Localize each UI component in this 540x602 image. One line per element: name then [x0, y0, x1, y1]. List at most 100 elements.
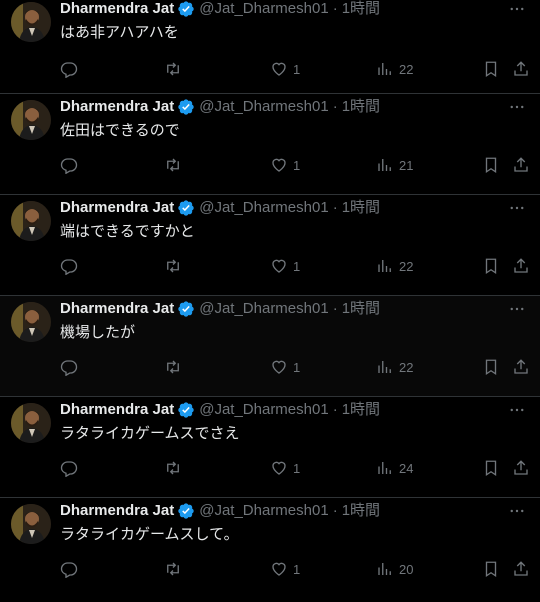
- tweet[interactable]: Dharmendra Jat @Jat_Dharmesh01 · 1時間 はあ非…: [0, 0, 540, 94]
- avatar[interactable]: [11, 100, 51, 140]
- avatar[interactable]: [11, 201, 51, 241]
- reply-button[interactable]: [60, 60, 78, 78]
- reply-icon: [60, 360, 78, 376]
- bookmark-button[interactable]: [482, 459, 500, 477]
- share-button[interactable]: [512, 60, 530, 78]
- separator-dot: ·: [332, 502, 338, 519]
- views-button[interactable]: 21: [376, 156, 413, 174]
- author-handle[interactable]: @Jat_Dharmesh01: [199, 299, 328, 319]
- like-count: 1: [293, 460, 301, 476]
- like-button[interactable]: 1: [270, 257, 300, 275]
- share-button[interactable]: [512, 459, 530, 477]
- timestamp[interactable]: 1時間: [342, 501, 380, 521]
- like-heart-icon: [272, 562, 286, 576]
- author-handle[interactable]: @Jat_Dharmesh01: [199, 97, 328, 117]
- separator-dot: ·: [332, 199, 338, 216]
- retweet-button[interactable]: [164, 257, 182, 275]
- reply-button[interactable]: [60, 358, 78, 376]
- bookmark-button[interactable]: [482, 257, 500, 275]
- views-button[interactable]: 20: [376, 560, 413, 578]
- tweet-actions: 1 24: [60, 459, 530, 479]
- author-name[interactable]: Dharmendra Jat: [60, 400, 174, 420]
- author-name[interactable]: Dharmendra Jat: [60, 97, 174, 117]
- views-button[interactable]: 22: [376, 358, 413, 376]
- reply-button[interactable]: [60, 560, 78, 578]
- share-button[interactable]: [512, 156, 530, 174]
- like-button[interactable]: 1: [270, 156, 300, 174]
- retweet-button[interactable]: [164, 358, 182, 376]
- tweet[interactable]: Dharmendra Jat @Jat_Dharmesh01 · 1時間 機場し…: [0, 296, 540, 397]
- tweet-header: Dharmendra Jat @Jat_Dharmesh01 · 1時間: [60, 501, 380, 521]
- retweet-icon: [167, 158, 179, 172]
- tweet-actions: 1 22: [60, 358, 530, 378]
- more-options-icon[interactable]: [508, 0, 526, 18]
- avatar[interactable]: [11, 403, 51, 443]
- more-options-icon[interactable]: [508, 199, 526, 217]
- views-button[interactable]: 22: [376, 257, 413, 275]
- bookmark-button[interactable]: [482, 560, 500, 578]
- tweet[interactable]: Dharmendra Jat @Jat_Dharmesh01 · 1時間 ラタラ…: [0, 498, 540, 602]
- bookmark-icon: [485, 157, 497, 174]
- views-chart-icon: [378, 361, 391, 373]
- author-name[interactable]: Dharmendra Jat: [60, 0, 174, 19]
- more-options-icon[interactable]: [508, 401, 526, 419]
- like-count: 1: [293, 258, 301, 274]
- tweet-header: Dharmendra Jat @Jat_Dharmesh01 · 1時間: [60, 198, 380, 218]
- bookmark-button[interactable]: [482, 156, 500, 174]
- timestamp[interactable]: 1時間: [342, 0, 380, 19]
- like-button[interactable]: 1: [270, 560, 300, 578]
- bookmark-icon: [485, 460, 497, 477]
- verified-badge-icon: [178, 200, 194, 216]
- retweet-button[interactable]: [164, 459, 182, 477]
- bookmark-icon: [485, 61, 497, 78]
- like-heart-icon: [272, 62, 286, 76]
- bookmark-button[interactable]: [482, 358, 500, 376]
- more-options-icon[interactable]: [508, 98, 526, 116]
- verified-badge-icon: [178, 301, 194, 317]
- tweet[interactable]: Dharmendra Jat @Jat_Dharmesh01 · 1時間 ラタラ…: [0, 397, 540, 498]
- timestamp[interactable]: 1時間: [342, 198, 380, 218]
- like-button[interactable]: 1: [270, 60, 300, 78]
- reply-button[interactable]: [60, 156, 78, 174]
- verified-badge-icon: [178, 402, 194, 418]
- tweet-actions: 1 22: [60, 60, 530, 80]
- tweet-actions: 1 20: [60, 560, 530, 580]
- retweet-button[interactable]: [164, 560, 182, 578]
- share-button[interactable]: [512, 257, 530, 275]
- author-handle[interactable]: @Jat_Dharmesh01: [199, 400, 328, 420]
- reply-icon: [60, 158, 78, 174]
- author-handle[interactable]: @Jat_Dharmesh01: [199, 0, 328, 19]
- tweet-text: ラタライカゲームスして。: [60, 526, 239, 543]
- like-button[interactable]: 1: [270, 459, 300, 477]
- reply-button[interactable]: [60, 257, 78, 275]
- reply-button[interactable]: [60, 459, 78, 477]
- retweet-icon: [167, 562, 179, 576]
- like-button[interactable]: 1: [270, 358, 300, 376]
- views-button[interactable]: 24: [376, 459, 413, 477]
- author-name[interactable]: Dharmendra Jat: [60, 501, 174, 521]
- timestamp[interactable]: 1時間: [342, 400, 380, 420]
- bookmark-button[interactable]: [482, 60, 500, 78]
- retweet-button[interactable]: [164, 156, 182, 174]
- author-handle[interactable]: @Jat_Dharmesh01: [199, 501, 328, 521]
- like-count: 1: [293, 359, 301, 375]
- avatar[interactable]: [11, 302, 51, 342]
- author-handle[interactable]: @Jat_Dharmesh01: [199, 198, 328, 218]
- more-options-icon[interactable]: [508, 502, 526, 520]
- share-button[interactable]: [512, 358, 530, 376]
- share-button[interactable]: [512, 560, 530, 578]
- timestamp[interactable]: 1時間: [342, 299, 380, 319]
- timestamp[interactable]: 1時間: [342, 97, 380, 117]
- tweet[interactable]: Dharmendra Jat @Jat_Dharmesh01 · 1時間 佐田は…: [0, 94, 540, 195]
- view-count: 21: [399, 157, 414, 173]
- author-name[interactable]: Dharmendra Jat: [60, 299, 174, 319]
- avatar[interactable]: [11, 504, 51, 544]
- views-chart-icon: [378, 260, 391, 272]
- views-button[interactable]: 22: [376, 60, 413, 78]
- more-options-icon[interactable]: [508, 300, 526, 318]
- retweet-button[interactable]: [164, 60, 182, 78]
- author-name[interactable]: Dharmendra Jat: [60, 198, 174, 218]
- view-count: 22: [399, 61, 414, 77]
- avatar[interactable]: [11, 2, 51, 42]
- tweet[interactable]: Dharmendra Jat @Jat_Dharmesh01 · 1時間 端はで…: [0, 195, 540, 296]
